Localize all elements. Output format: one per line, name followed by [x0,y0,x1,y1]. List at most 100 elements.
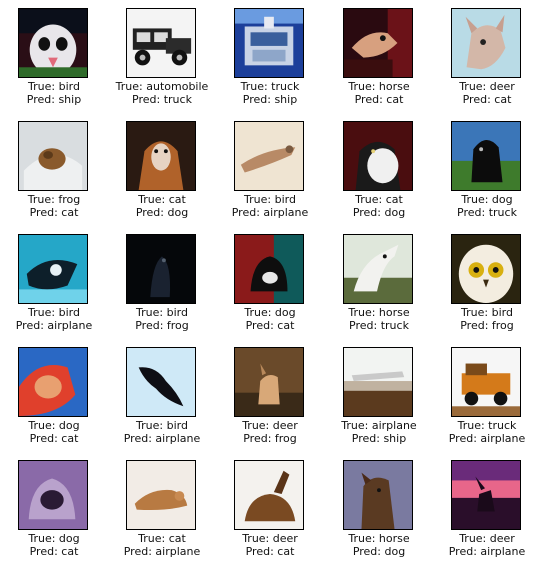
true-label: True: bird [28,80,80,93]
sample-cell: True: bird Pred: airplane [0,226,108,339]
true-label: True: dog [461,193,513,206]
true-label: True: bird [244,193,296,206]
sample-thumbnail [451,234,521,304]
sample-thumbnail [18,234,88,304]
true-label: True: cat [355,193,403,206]
pred-label: Pred: frog [135,319,189,332]
pred-label: Pred: dog [352,545,406,558]
true-label: True: dog [28,419,80,432]
sample-cell: True: bird Pred: frog [108,226,216,339]
sample-cell: True: dog Pred: truck [433,113,541,226]
pred-label: Pred: cat [29,545,79,558]
pred-label: Pred: cat [462,93,512,106]
pred-label: Pred: cat [29,206,79,219]
sample-cell: True: bird Pred: ship [0,0,108,113]
true-label: True: bird [28,306,80,319]
sample-cell: True: automobile Pred: truck [108,0,216,113]
pred-label: Pred: ship [351,432,407,445]
sample-cell: True: horse Pred: cat [325,0,433,113]
pred-label: Pred: cat [29,432,79,445]
pred-label: Pred: airplane [448,545,526,558]
pred-label: Pred: airplane [15,319,93,332]
pred-label: Pred: cat [245,545,295,558]
pred-label: Pred: frog [460,319,514,332]
true-label: True: frog [27,193,81,206]
pred-label: Pred: airplane [231,206,309,219]
pred-label: Pred: dog [352,206,406,219]
true-label: True: cat [138,193,186,206]
true-label: True: cat [138,532,186,545]
pred-label: Pred: airplane [448,432,526,445]
pred-label: Pred: frog [243,432,297,445]
sample-cell: True: bird Pred: frog [433,226,541,339]
sample-cell: True: dog Pred: cat [0,339,108,452]
sample-cell: True: frog Pred: cat [0,113,108,226]
sample-thumbnail [126,121,196,191]
true-label: True: automobile [115,80,209,93]
true-label: True: horse [348,306,410,319]
true-label: True: horse [348,532,410,545]
sample-thumbnail [343,460,413,530]
sample-thumbnail [126,347,196,417]
sample-cell: True: airplane Pred: ship [325,339,433,452]
sample-thumbnail [18,347,88,417]
true-label: True: truck [457,419,517,432]
sample-cell: True: dog Pred: cat [216,226,324,339]
true-label: True: deer [459,532,515,545]
sample-cell: True: bird Pred: airplane [108,339,216,452]
sample-cell: True: deer Pred: frog [216,339,324,452]
sample-thumbnail [18,8,88,78]
sample-thumbnail [343,121,413,191]
pred-label: Pred: cat [354,93,404,106]
pred-label: Pred: ship [242,93,298,106]
sample-thumbnail [234,121,304,191]
sample-cell: True: cat Pred: dog [325,113,433,226]
sample-thumbnail [126,8,196,78]
sample-cell: True: truck Pred: airplane [433,339,541,452]
sample-cell: True: bird Pred: airplane [216,113,324,226]
sample-thumbnail [18,460,88,530]
true-label: True: deer [459,80,515,93]
pred-label: Pred: airplane [123,432,201,445]
sample-thumbnail [451,8,521,78]
sample-cell: True: deer Pred: cat [216,452,324,565]
sample-thumbnail [126,234,196,304]
true-label: True: airplane [341,419,417,432]
sample-thumbnail [234,347,304,417]
sample-cell: True: deer Pred: airplane [433,452,541,565]
sample-thumbnail [234,460,304,530]
true-label: True: horse [348,80,410,93]
true-label: True: dog [244,306,296,319]
sample-thumbnail [18,121,88,191]
sample-thumbnail [451,460,521,530]
pred-label: Pred: truck [132,93,192,106]
sample-thumbnail [451,121,521,191]
sample-cell: True: horse Pred: dog [325,452,433,565]
pred-label: Pred: cat [245,319,295,332]
sample-cell: True: cat Pred: airplane [108,452,216,565]
sample-cell: True: cat Pred: dog [108,113,216,226]
sample-thumbnail [234,234,304,304]
sample-thumbnail [343,234,413,304]
sample-thumbnail [343,347,413,417]
pred-label: Pred: ship [26,93,82,106]
pred-label: Pred: truck [349,319,409,332]
true-label: True: bird [136,419,188,432]
misclassified-image-grid: True: bird Pred: ship True: automobile P… [0,0,541,578]
sample-thumbnail [126,460,196,530]
sample-cell: True: dog Pred: cat [0,452,108,565]
pred-label: Pred: dog [135,206,189,219]
sample-thumbnail [451,347,521,417]
sample-cell: True: horse Pred: truck [325,226,433,339]
true-label: True: deer [242,532,298,545]
pred-label: Pred: truck [457,206,517,219]
pred-label: Pred: airplane [123,545,201,558]
sample-cell: True: deer Pred: cat [433,0,541,113]
sample-cell: True: truck Pred: ship [216,0,324,113]
sample-thumbnail [234,8,304,78]
true-label: True: truck [240,80,300,93]
true-label: True: bird [136,306,188,319]
true-label: True: deer [242,419,298,432]
true-label: True: dog [28,532,80,545]
sample-thumbnail [343,8,413,78]
